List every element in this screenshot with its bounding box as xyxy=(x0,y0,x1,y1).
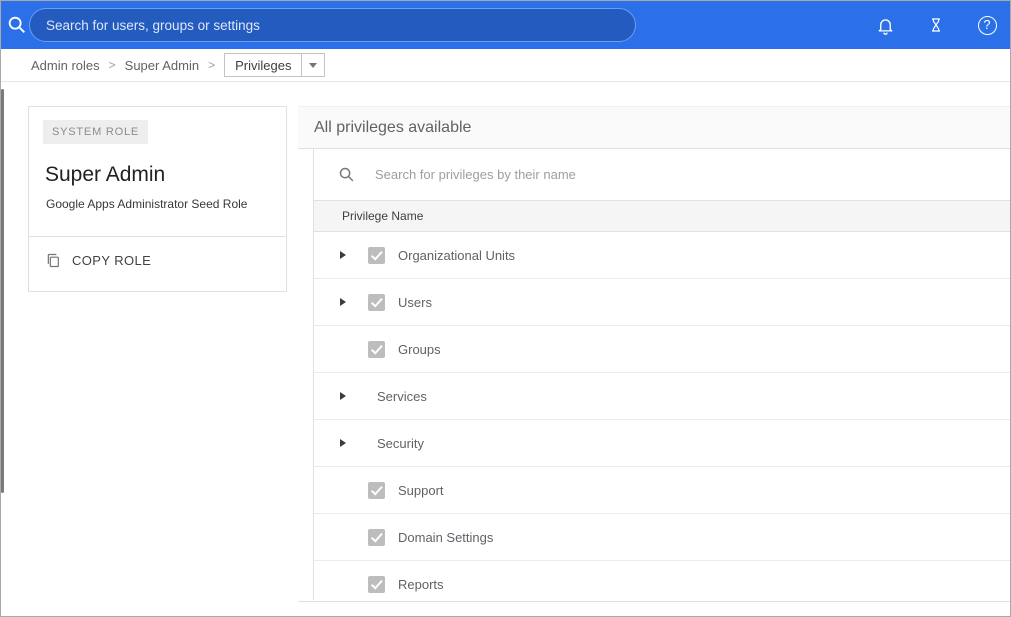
global-search-input[interactable] xyxy=(30,9,635,41)
privilege-label: Security xyxy=(377,436,424,451)
privilege-name-column-header: Privilege Name xyxy=(314,200,1011,232)
copy-icon xyxy=(45,252,61,269)
privileges-panel-title: All privileges available xyxy=(314,119,471,137)
copy-role-label: COPY ROLE xyxy=(72,253,151,268)
privileges-dropdown-label: Privileges xyxy=(225,54,301,76)
privileges-search-row xyxy=(314,149,1011,200)
breadcrumb-separator: > xyxy=(208,58,215,72)
role-card: SYSTEM ROLE Super Admin Google Apps Admi… xyxy=(28,106,287,292)
help-glyph: ? xyxy=(984,18,991,32)
privilege-checkbox[interactable] xyxy=(368,576,385,593)
topbar-icons: ? xyxy=(872,1,1000,49)
privileges-panel-header: All privileges available xyxy=(298,107,1011,149)
chevron-down-icon[interactable] xyxy=(301,54,324,76)
privileges-table: Privilege Name Organizational Units User… xyxy=(313,149,1011,600)
notifications-bell-icon[interactable] xyxy=(872,12,898,38)
global-search-box[interactable] xyxy=(29,8,636,42)
copy-role-button[interactable]: COPY ROLE xyxy=(45,252,151,269)
privilege-label: Domain Settings xyxy=(398,530,493,545)
expand-arrow-icon[interactable] xyxy=(340,392,346,400)
privilege-label: Reports xyxy=(398,577,444,592)
expand-arrow-icon[interactable] xyxy=(340,298,346,306)
expand-arrow-icon[interactable] xyxy=(340,251,346,259)
privilege-row: Reports xyxy=(314,561,1011,600)
privilege-label: Organizational Units xyxy=(398,248,515,263)
privilege-row: Services xyxy=(314,373,1011,420)
privilege-checkbox[interactable] xyxy=(368,529,385,546)
privilege-checkbox[interactable] xyxy=(368,294,385,311)
privilege-label: Support xyxy=(398,483,444,498)
privilege-row: Users xyxy=(314,279,1011,326)
privileges-search-input[interactable] xyxy=(375,167,795,182)
admin-console-page: ? Admin roles > Super Admin > Privileges… xyxy=(0,0,1011,617)
search-icon xyxy=(338,166,355,183)
top-app-bar: ? xyxy=(1,1,1010,49)
breadcrumb-separator: > xyxy=(109,58,116,72)
privileges-dropdown[interactable]: Privileges xyxy=(224,53,325,77)
role-title: Super Admin xyxy=(45,163,165,187)
privilege-label: Users xyxy=(398,295,432,310)
role-subtitle: Google Apps Administrator Seed Role xyxy=(46,197,247,211)
privileges-panel: All privileges available Privilege Name … xyxy=(298,106,1011,602)
hourglass-tasks-icon[interactable] xyxy=(923,12,949,38)
privilege-row: Domain Settings xyxy=(314,514,1011,561)
privilege-row: Security xyxy=(314,420,1011,467)
help-icon[interactable]: ? xyxy=(974,12,1000,38)
search-icon[interactable] xyxy=(6,14,28,36)
breadcrumb: Admin roles > Super Admin > Privileges xyxy=(1,49,1010,82)
breadcrumb-super-admin[interactable]: Super Admin xyxy=(125,58,199,73)
expand-arrow-icon[interactable] xyxy=(340,439,346,447)
privilege-row: Groups xyxy=(314,326,1011,373)
breadcrumb-admin-roles[interactable]: Admin roles xyxy=(31,58,100,73)
privilege-label: Groups xyxy=(398,342,441,357)
vertical-scrollbar[interactable] xyxy=(1,89,4,493)
system-role-badge: SYSTEM ROLE xyxy=(43,120,148,144)
privilege-checkbox[interactable] xyxy=(368,341,385,358)
card-divider xyxy=(29,236,286,237)
privilege-row: Organizational Units xyxy=(314,232,1011,279)
privilege-row: Support xyxy=(314,467,1011,514)
privilege-checkbox[interactable] xyxy=(368,247,385,264)
privilege-checkbox[interactable] xyxy=(368,482,385,499)
privilege-label: Services xyxy=(377,389,427,404)
